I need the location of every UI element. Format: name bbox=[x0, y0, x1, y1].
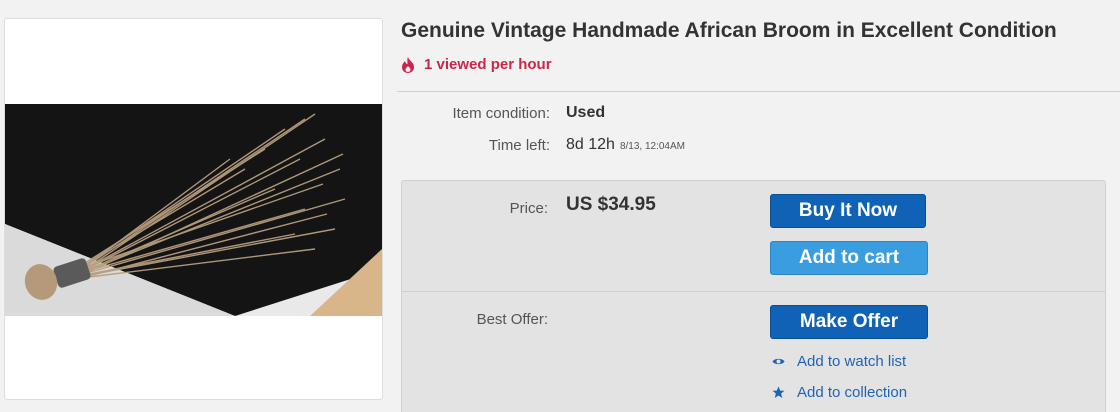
condition-value: Used bbox=[566, 104, 606, 121]
watch-list-label[interactable]: Add to watch list bbox=[797, 353, 906, 370]
time-left-value: 8d 12h 8/13, 12:04AM bbox=[566, 136, 685, 154]
buy-it-now-button[interactable]: Buy It Now bbox=[770, 194, 926, 228]
make-offer-button[interactable]: Make Offer bbox=[770, 305, 928, 339]
price-label: Price: bbox=[509, 200, 548, 217]
condition-label: Item condition: bbox=[452, 105, 550, 122]
eye-icon bbox=[772, 358, 785, 365]
time-left-duration: 8d 12h bbox=[566, 136, 615, 153]
buy-box-divider bbox=[401, 291, 1106, 292]
views-text: 1 viewed per hour bbox=[424, 56, 552, 73]
price-value: US $34.95 bbox=[566, 194, 656, 215]
star-icon bbox=[772, 386, 785, 398]
add-to-collection-link[interactable]: Add to collection bbox=[772, 384, 907, 401]
broom-photo bbox=[5, 104, 382, 316]
time-left-end: 8/13, 12:04AM bbox=[619, 141, 685, 152]
listing-title: Genuine Vintage Handmade African Broom i… bbox=[401, 19, 1057, 42]
time-left-label: Time left: bbox=[488, 137, 550, 154]
add-to-watch-list-link[interactable]: Add to watch list bbox=[772, 353, 906, 370]
views-indicator: 1 viewed per hour bbox=[401, 56, 552, 73]
flame-icon bbox=[402, 56, 414, 73]
divider bbox=[397, 91, 1120, 92]
collection-label[interactable]: Add to collection bbox=[797, 384, 907, 401]
best-offer-label: Best Offer: bbox=[476, 311, 548, 328]
product-image[interactable] bbox=[4, 18, 383, 400]
add-to-cart-button[interactable]: Add to cart bbox=[770, 241, 928, 275]
